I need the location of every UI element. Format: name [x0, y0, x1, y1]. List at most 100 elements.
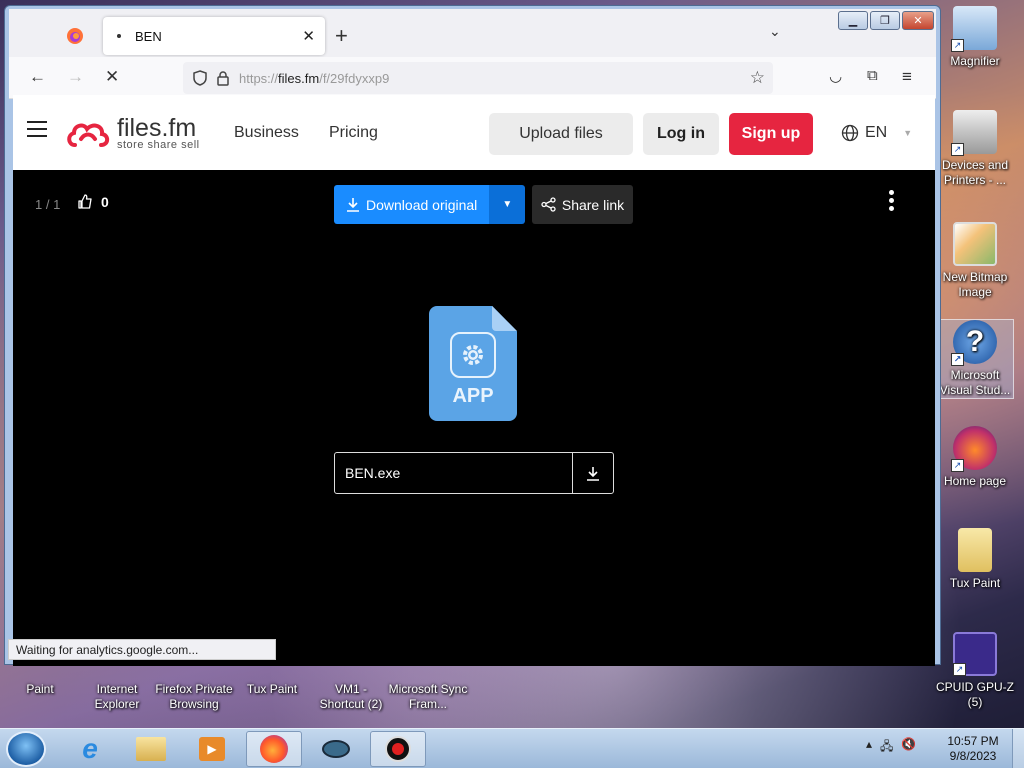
desktop-icon-label: Magnifier: [950, 54, 1000, 68]
taskbar-firefox[interactable]: [246, 731, 302, 767]
desktop-icon-gpuz[interactable]: ↗ CPUID GPU-Z (5): [935, 632, 1015, 710]
shield-icon[interactable]: [193, 70, 207, 86]
record-icon: [385, 736, 411, 762]
desktop-icon-label: CPUID GPU-Z (5): [936, 680, 1014, 709]
start-button[interactable]: [6, 731, 46, 767]
share-label: Share link: [561, 196, 625, 213]
site-logo[interactable]: files.fm store share sell: [65, 116, 200, 151]
filename-box: BEN.exe: [334, 452, 614, 494]
desktop-icon-label: Home page: [943, 474, 1007, 488]
browser-status-bar: Waiting for analytics.google.com...: [8, 639, 276, 660]
desktop-icon-magnifier[interactable]: ↗ Magnifier: [935, 6, 1015, 69]
tab-active[interactable]: BEN ✕: [103, 17, 325, 55]
turtle-app-icon: [322, 740, 350, 758]
desktop-icon-bitmap[interactable]: New Bitmap Image: [935, 222, 1015, 300]
desktop-icon-devices[interactable]: ↗ Devices and Printers - ...: [935, 110, 1015, 188]
taskbar: e ▶ ▴ 🖧 🔇 10:57 PM 9/8/2023: [0, 728, 1024, 768]
download-options-caret[interactable]: ▼: [489, 185, 526, 224]
like-count: 0: [101, 194, 109, 210]
close-tab-icon[interactable]: ✕: [302, 27, 315, 45]
site-menu-icon[interactable]: [27, 121, 47, 137]
browser-window: BEN ✕ + ⌄ ▁ ❐ ✕ ← → ✕ https://files.fm/f…: [4, 5, 941, 666]
desktop-icon-label: Microsoft Sync Fram...: [388, 682, 468, 711]
forward-arrow-icon[interactable]: →: [67, 67, 84, 87]
filename-download-button[interactable]: [572, 453, 613, 493]
taskbar-internet-explorer[interactable]: e: [62, 731, 118, 767]
download-icon: [347, 198, 359, 212]
taskbar-media-player[interactable]: ▶: [184, 731, 240, 767]
minimize-button[interactable]: ▁: [838, 11, 868, 30]
taskbar-file-explorer[interactable]: [123, 731, 179, 767]
file-type-label: APP: [452, 385, 494, 407]
desktop-icon-label: Tux Paint: [949, 576, 1001, 590]
help-question-icon: ? ↗: [951, 320, 997, 366]
menu-hamburger-icon[interactable]: ≡: [902, 67, 912, 87]
url-text[interactable]: https://files.fm/f/29fdyxxp9: [239, 71, 389, 86]
desktop-icon-label: Microsoft Visual Stud...: [939, 368, 1011, 397]
filename-text: BEN.exe: [345, 465, 401, 481]
volume-muted-icon[interactable]: 🔇: [901, 737, 916, 758]
taskbar-recorder[interactable]: [370, 731, 426, 767]
url-path: /f/29fdyxxp9: [319, 70, 390, 86]
share-icon: [541, 197, 556, 212]
desktop-icon-home-page[interactable]: ↗ Home page: [935, 426, 1015, 489]
list-tabs-chevron-icon[interactable]: ⌄: [769, 23, 781, 40]
desktop-icon-firefox-private[interactable]: Firefox Private Browsing: [154, 682, 234, 712]
login-button[interactable]: Log in: [643, 113, 719, 155]
network-icon[interactable]: 🖧: [880, 737, 893, 758]
window-controls: ▁ ❐ ✕: [838, 11, 934, 30]
gpuz-chip-icon: ↗: [953, 632, 997, 676]
magnifier-icon: ↗: [951, 6, 997, 52]
desktop-icon-label: Devices and Printers - ...: [941, 158, 1009, 187]
nav-toolbar: ← → ✕ https://files.fm/f/29fdyxxp9 ☆ ◡ ⧉…: [9, 57, 936, 99]
url-bar[interactable]: https://files.fm/f/29fdyxxp9 ☆: [183, 62, 773, 94]
maximize-button[interactable]: ❐: [870, 11, 900, 30]
share-link-button[interactable]: Share link: [532, 185, 633, 224]
desktop-icon-label: VM1 - Shortcut (2): [319, 682, 383, 711]
url-prefix: https://: [239, 70, 279, 86]
bookmark-star-icon[interactable]: ☆: [750, 68, 765, 88]
desktop-icon-label: Internet Explorer: [94, 682, 140, 711]
language-selector[interactable]: EN ▼: [841, 124, 912, 142]
globe-icon: [841, 124, 859, 142]
download-original-button[interactable]: Download original: [334, 185, 490, 224]
printer-icon: ↗: [951, 110, 997, 156]
new-tab-button[interactable]: +: [335, 23, 348, 49]
desktop-icon-vm1[interactable]: VM1 - Shortcut (2): [311, 682, 391, 712]
like-button[interactable]: 0: [77, 194, 109, 210]
firefox-icon: ↗: [951, 426, 997, 472]
language-label: EN: [865, 124, 888, 141]
desktop-icon-label: Firefox Private Browsing: [155, 682, 233, 711]
more-options-icon[interactable]: [889, 190, 897, 214]
desktop-icon-tux-paint-2[interactable]: Tux Paint: [232, 682, 312, 697]
nav-business-link[interactable]: Business: [234, 124, 299, 142]
desktop-icon-tux-paint[interactable]: Tux Paint: [935, 528, 1015, 591]
desktop-icon-label: Tux Paint: [246, 682, 298, 696]
signup-button[interactable]: Sign up: [729, 113, 813, 155]
extensions-icon[interactable]: ⧉: [867, 67, 878, 84]
clock-time: 10:57 PM: [947, 734, 999, 748]
firefox-icon: [260, 735, 288, 763]
back-arrow-icon[interactable]: ←: [29, 67, 46, 87]
nav-pricing-link[interactable]: Pricing: [329, 124, 378, 142]
lock-icon[interactable]: [217, 70, 229, 86]
download-label: Download original: [366, 196, 478, 213]
desktop-icon-internet-explorer[interactable]: Internet Explorer: [77, 682, 157, 712]
desktop-icon-label: Paint: [26, 682, 54, 696]
tab-firefox-inactive[interactable]: [53, 19, 97, 53]
system-clock[interactable]: 10:57 PM 9/8/2023: [940, 734, 1006, 764]
taskbar-app[interactable]: [308, 731, 364, 767]
file-counter: 1 / 1: [35, 197, 61, 212]
tab-strip: BEN ✕ + ⌄ ▁ ❐ ✕: [9, 9, 936, 57]
pocket-icon[interactable]: ◡: [829, 67, 842, 85]
show-hidden-icons-chevron[interactable]: ▴: [866, 737, 872, 758]
close-window-button[interactable]: ✕: [902, 11, 934, 30]
upload-files-button[interactable]: Upload files: [489, 113, 633, 155]
desktop-icon-visual-studio[interactable]: ? ↗ Microsoft Visual Stud...: [935, 320, 1015, 398]
stop-loading-icon[interactable]: ✕: [105, 67, 119, 87]
show-desktop-button[interactable]: [1012, 729, 1024, 768]
desktop-icon-paint[interactable]: Paint: [0, 682, 80, 697]
folder-icon: [958, 528, 992, 572]
desktop-icon-sync-framework[interactable]: Microsoft Sync Fram...: [388, 682, 468, 712]
logo-tagline: store share sell: [117, 139, 200, 151]
